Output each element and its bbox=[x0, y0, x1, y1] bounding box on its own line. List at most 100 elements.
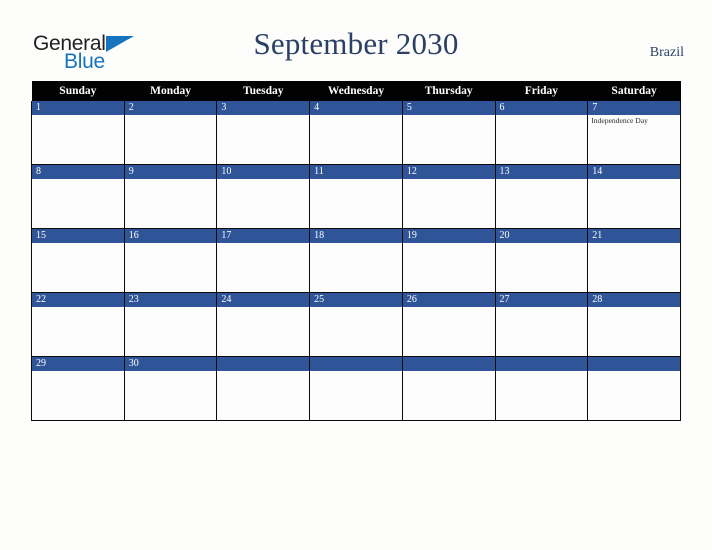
calendar-day-cell[interactable]: 2 bbox=[123, 101, 218, 165]
calendar-day-cell[interactable]: 27 bbox=[494, 292, 589, 357]
calendar-day-cell[interactable]: 21 bbox=[587, 228, 681, 293]
day-number: 20 bbox=[495, 229, 588, 243]
weekday-header-thursday: Thursday bbox=[402, 81, 496, 101]
day-cell-inner: 26 bbox=[402, 293, 495, 356]
calendar-day-cell[interactable]: 26 bbox=[401, 292, 496, 357]
calendar-day-cell[interactable]: 15 bbox=[31, 228, 125, 293]
page-title: September 2030 bbox=[253, 26, 459, 61]
day-cell-inner: 11 bbox=[310, 165, 402, 228]
weekday-header-row: Sunday Monday Tuesday Wednesday Thursday… bbox=[31, 81, 681, 101]
day-events bbox=[32, 371, 124, 372]
day-number: 23 bbox=[124, 293, 217, 307]
day-cell-inner bbox=[310, 357, 402, 420]
day-number: 5 bbox=[402, 101, 495, 115]
day-events bbox=[310, 179, 402, 180]
calendar-day-cell[interactable]: 22 bbox=[31, 292, 125, 357]
day-number: 18 bbox=[310, 229, 402, 243]
day-cell-inner: 27 bbox=[495, 293, 588, 356]
calendar-day-cell[interactable] bbox=[216, 356, 311, 421]
calendar-day-cell[interactable]: 28 bbox=[587, 292, 681, 357]
day-number bbox=[588, 357, 680, 371]
day-cell-inner: 5 bbox=[402, 101, 495, 164]
calendar-day-cell[interactable]: 6 bbox=[494, 101, 589, 165]
day-number: 4 bbox=[310, 101, 402, 115]
calendar-day-cell[interactable]: 12 bbox=[401, 164, 496, 229]
day-number bbox=[310, 357, 402, 371]
day-events bbox=[588, 371, 680, 372]
day-events bbox=[32, 243, 124, 244]
calendar-day-cell[interactable]: 13 bbox=[494, 164, 589, 229]
calendar-day-cell[interactable]: 17 bbox=[216, 228, 311, 293]
day-number: 28 bbox=[588, 293, 680, 307]
day-cell-inner bbox=[495, 357, 588, 420]
day-cell-inner: 20 bbox=[495, 229, 588, 292]
day-events bbox=[217, 307, 309, 308]
calendar-day-cell[interactable]: 18 bbox=[309, 228, 403, 293]
day-number: 17 bbox=[217, 229, 310, 243]
calendar-day-cell[interactable]: 24 bbox=[216, 292, 311, 357]
day-cell-inner: 22 bbox=[32, 293, 124, 356]
day-number: 7 bbox=[588, 101, 680, 115]
day-number: 24 bbox=[217, 293, 310, 307]
calendar-day-cell[interactable]: 25 bbox=[309, 292, 403, 357]
calendar-day-cell[interactable]: 30 bbox=[123, 356, 218, 421]
day-cell-inner: 23 bbox=[124, 293, 217, 356]
day-events bbox=[125, 371, 217, 372]
day-cell-inner: 9 bbox=[124, 165, 217, 228]
calendar-day-cell[interactable]: 16 bbox=[123, 228, 218, 293]
day-cell-inner: 13 bbox=[495, 165, 588, 228]
calendar-day-cell[interactable]: 3 bbox=[216, 101, 311, 165]
day-cell-inner: 10 bbox=[217, 165, 310, 228]
day-number bbox=[217, 357, 310, 371]
day-number: 26 bbox=[402, 293, 495, 307]
calendar-day-cell[interactable]: 19 bbox=[401, 228, 496, 293]
calendar-day-cell[interactable]: 7 Independence Day bbox=[587, 101, 681, 165]
day-cell-inner: 6 bbox=[495, 101, 588, 164]
day-events bbox=[496, 115, 588, 116]
day-events bbox=[217, 371, 309, 372]
day-cell-inner: 12 bbox=[402, 165, 495, 228]
day-number: 19 bbox=[402, 229, 495, 243]
calendar-day-cell[interactable]: 5 bbox=[401, 101, 496, 165]
calendar-grid: Sunday Monday Tuesday Wednesday Thursday… bbox=[31, 81, 681, 421]
calendar-day-cell[interactable]: 11 bbox=[309, 164, 403, 229]
calendar-day-cell[interactable] bbox=[494, 356, 589, 421]
calendar-day-cell[interactable] bbox=[587, 356, 681, 421]
calendar-day-cell[interactable] bbox=[309, 356, 403, 421]
calendar-day-cell[interactable]: 29 bbox=[31, 356, 125, 421]
day-cell-inner: 16 bbox=[124, 229, 217, 292]
day-number: 3 bbox=[217, 101, 310, 115]
day-number: 2 bbox=[124, 101, 217, 115]
calendar-day-cell[interactable]: 8 bbox=[31, 164, 125, 229]
day-events bbox=[588, 179, 680, 180]
calendar-day-cell[interactable]: 20 bbox=[494, 228, 589, 293]
day-number: 22 bbox=[32, 293, 124, 307]
day-number bbox=[495, 357, 588, 371]
calendar-body: 1 2 3 4 5 6 7 Independence Day 8 9 10 11 12 13 14 15 16 1… bbox=[31, 101, 681, 421]
weekday-header-friday: Friday bbox=[495, 81, 588, 101]
calendar-day-cell[interactable] bbox=[401, 356, 496, 421]
weekday-header-tuesday: Tuesday bbox=[216, 81, 310, 101]
day-events bbox=[125, 115, 217, 116]
country-label: Brazil bbox=[649, 45, 684, 60]
day-number: 29 bbox=[32, 357, 124, 371]
day-events bbox=[32, 307, 124, 308]
day-number: 27 bbox=[495, 293, 588, 307]
calendar-day-cell[interactable]: 1 bbox=[31, 101, 125, 165]
calendar-day-cell[interactable]: 9 bbox=[123, 164, 218, 229]
day-events bbox=[310, 115, 402, 116]
calendar-day-cell[interactable]: 14 bbox=[587, 164, 681, 229]
calendar-day-cell[interactable]: 4 bbox=[309, 101, 403, 165]
day-cell-inner: 14 bbox=[588, 165, 680, 228]
day-events bbox=[125, 179, 217, 180]
day-events bbox=[403, 371, 495, 372]
day-events bbox=[403, 179, 495, 180]
weekday-header-monday: Monday bbox=[124, 81, 217, 101]
day-events bbox=[403, 243, 495, 244]
calendar-day-cell[interactable]: 10 bbox=[216, 164, 311, 229]
calendar-day-cell[interactable]: 23 bbox=[123, 292, 218, 357]
day-cell-inner: 21 bbox=[588, 229, 680, 292]
day-events bbox=[217, 179, 309, 180]
day-number: 1 bbox=[32, 101, 124, 115]
day-events bbox=[125, 307, 217, 308]
